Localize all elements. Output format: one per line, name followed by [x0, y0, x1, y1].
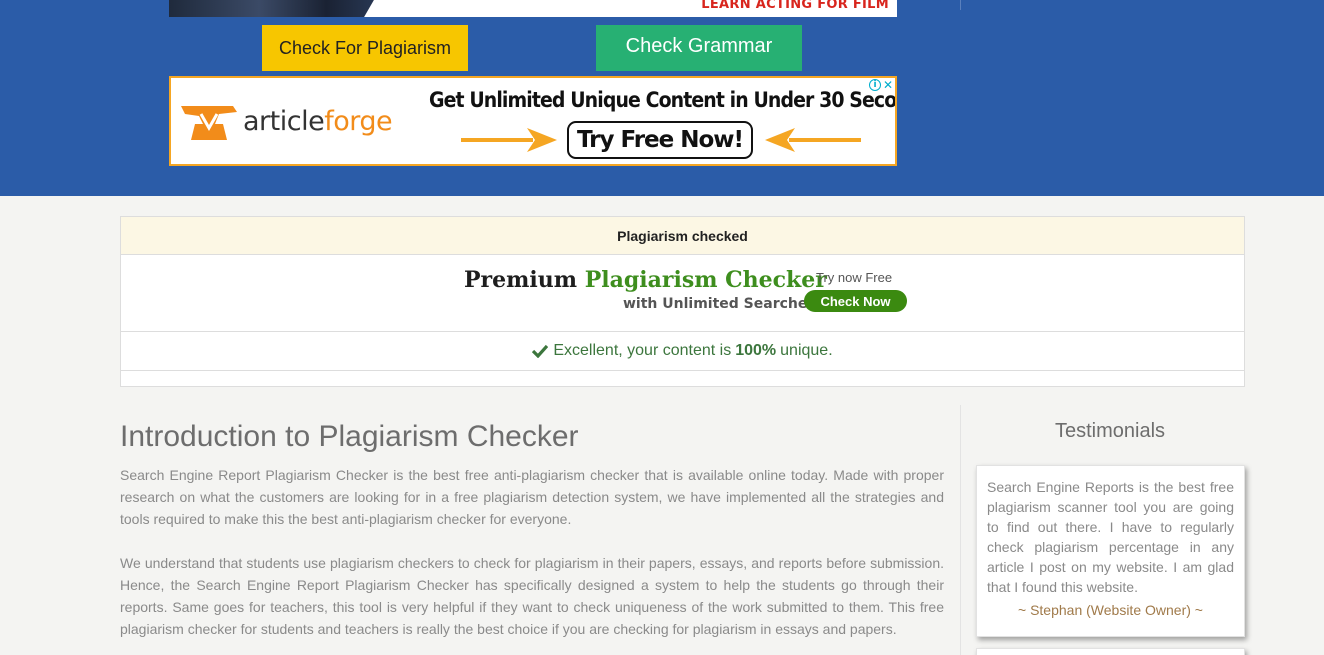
premium-ad-title-part-2: Plagiarism Checker	[584, 267, 827, 293]
page-heading: Introduction to Plagiarism Checker	[120, 420, 579, 453]
articleforge-brand: articleforge	[243, 106, 393, 137]
try-free-now-button[interactable]: Try Free Now!	[567, 121, 753, 159]
brand-part-2: forge	[324, 106, 393, 137]
top-advertisement[interactable]: LEARN ACTING FOR FILM	[169, 0, 897, 17]
top-ad-text: LEARN ACTING FOR FILM	[701, 0, 889, 12]
ad-photo-edge	[364, 0, 414, 17]
testimonial-card: Search Engine Reports is the best free p…	[976, 465, 1245, 637]
premium-ad-subtitle: with Unlimited Searches	[623, 296, 816, 312]
checkmark-icon	[532, 344, 549, 358]
result-ad-row: Premium Plagiarism Checker with Unlimite…	[121, 255, 1244, 332]
result-message: Excellent, your content is 100% unique.	[121, 332, 1244, 371]
arrow-right-icon	[461, 128, 557, 152]
result-message-prefix: Excellent, your content is	[553, 342, 732, 359]
premium-ad-try-text: Try now Free	[816, 270, 893, 285]
uniqueness-percent: 100%	[735, 342, 777, 359]
result-header: Plagiarism checked	[121, 217, 1244, 255]
testimonials-title: Testimonials	[1054, 420, 1166, 442]
header-divider	[960, 0, 961, 10]
sidebar-divider	[960, 405, 961, 655]
intro-paragraph-1: Search Engine Report Plagiarism Checker …	[120, 467, 944, 527]
testimonial-card-next	[976, 648, 1245, 655]
brand-part-1: article	[243, 106, 325, 137]
header-band: LEARN ACTING FOR FILM Check For Plagiari…	[0, 0, 1324, 196]
intro-paragraph-2: We understand that students use plagiari…	[120, 555, 944, 637]
anvil-logo-icon	[181, 106, 237, 140]
check-now-button[interactable]: Check Now	[804, 290, 907, 312]
testimonial-author: ~ Stephan (Website Owner) ~	[1018, 602, 1203, 618]
plagiarism-result-panel: Plagiarism checked Premium Plagiarism Ch…	[120, 216, 1245, 387]
banner-headline: Get Unlimited Unique Content in Under 30…	[429, 88, 897, 112]
arrow-left-icon	[765, 128, 861, 152]
articleforge-banner-ad[interactable]: i ✕ articleforge Get Unlimited Unique Co…	[169, 76, 897, 166]
result-message-suffix: unique.	[780, 342, 833, 359]
ad-photo	[169, 0, 394, 17]
premium-ad-title-part-1: Premium	[464, 267, 578, 293]
check-grammar-button[interactable]: Check Grammar	[596, 25, 802, 71]
premium-checker-ad[interactable]: Premium Plagiarism Checker with Unlimite…	[448, 262, 916, 322]
main-content: Introduction to Plagiarism Checker Searc…	[120, 420, 944, 655]
testimonial-quote: Search Engine Reports is the best free p…	[987, 479, 1234, 595]
premium-ad-title: Premium Plagiarism Checker	[464, 267, 827, 293]
check-plagiarism-button[interactable]: Check For Plagiarism	[262, 25, 468, 71]
